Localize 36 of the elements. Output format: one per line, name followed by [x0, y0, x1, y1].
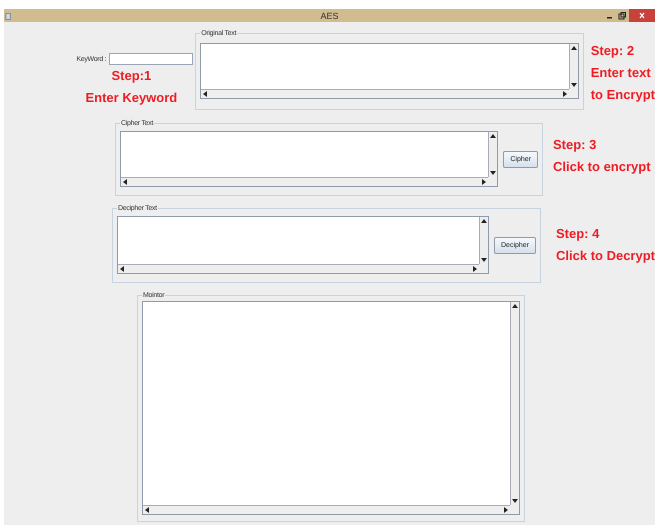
up-arrow-icon[interactable]	[489, 132, 498, 140]
right-arrow-icon[interactable]	[480, 178, 488, 186]
keyword-field[interactable]	[109, 53, 194, 65]
step-annotation: Step: 2	[590, 42, 636, 60]
left-arrow-icon[interactable]	[201, 90, 210, 98]
up-arrow-icon[interactable]	[480, 217, 488, 225]
down-arrow-icon[interactable]	[570, 81, 578, 89]
horizontal-scrollbar[interactable]	[143, 505, 510, 514]
left-arrow-icon[interactable]	[121, 178, 129, 186]
horizontal-scrollbar[interactable]	[121, 177, 488, 186]
window-title: AES	[319, 10, 340, 20]
right-arrow-icon[interactable]	[471, 265, 479, 273]
step-annotation: Step: 4	[556, 225, 600, 243]
right-arrow-icon[interactable]	[502, 506, 510, 514]
close-icon[interactable]	[629, 9, 655, 22]
restore-icon[interactable]	[617, 10, 627, 20]
step-annotation: Step: 3	[553, 136, 598, 154]
horizontal-scrollbar[interactable]	[118, 264, 479, 273]
down-arrow-icon[interactable]	[511, 497, 519, 505]
down-arrow-icon[interactable]	[480, 256, 488, 264]
left-arrow-icon[interactable]	[143, 506, 151, 514]
left-arrow-icon[interactable]	[118, 265, 126, 273]
up-arrow-icon[interactable]	[511, 302, 519, 310]
step-annotation: Step:1	[110, 67, 152, 85]
horizontal-scrollbar[interactable]	[201, 89, 569, 98]
vertical-scrollbar[interactable]	[488, 132, 498, 177]
step-annotation: Enter Keyword	[85, 89, 178, 107]
step-annotation: Click to encrypt	[553, 158, 651, 176]
step-annotation: to Encrypt	[590, 86, 655, 104]
step-annotation: Click to Decrypt	[556, 247, 655, 265]
vertical-scrollbar[interactable]	[510, 302, 519, 505]
up-arrow-icon[interactable]	[570, 44, 578, 52]
down-arrow-icon[interactable]	[489, 169, 498, 177]
step-annotation: Enter text	[590, 64, 652, 82]
vertical-scrollbar[interactable]	[479, 217, 488, 264]
right-arrow-icon[interactable]	[560, 90, 569, 98]
